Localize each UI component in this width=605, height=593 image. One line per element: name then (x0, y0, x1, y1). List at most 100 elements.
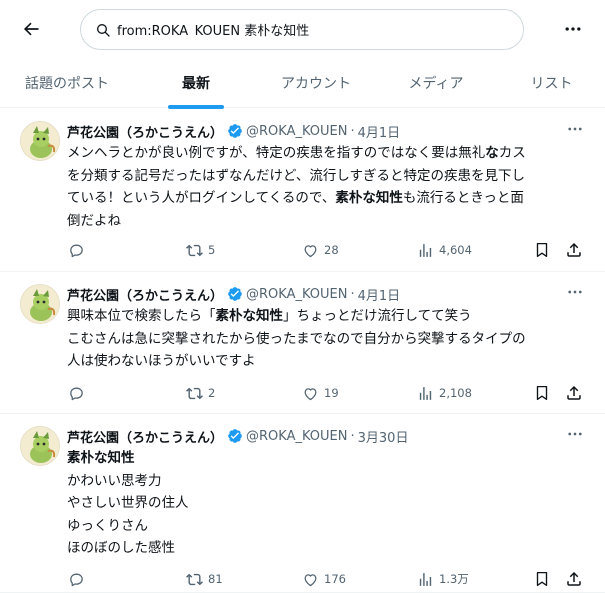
separator-dot: · (350, 286, 355, 302)
share-icon (565, 384, 583, 402)
tab-people[interactable]: アカウント (258, 58, 374, 108)
post-date[interactable]: 3月30日 (358, 427, 409, 446)
post-date[interactable]: 4月1日 (358, 285, 401, 304)
text-segment: ている！という人がログインしてくるので、 (67, 190, 336, 206)
tab-label: リスト (530, 76, 573, 92)
repost-icon (185, 241, 203, 259)
views-icon (416, 384, 434, 402)
back-button[interactable] (14, 12, 48, 46)
highlighted-search-term: な (485, 145, 499, 161)
reply-button[interactable] (67, 569, 90, 589)
post-date[interactable]: 4月1日 (358, 122, 401, 141)
like-icon (301, 570, 319, 588)
share-button[interactable] (565, 569, 588, 589)
verified-badge-icon[interactable] (227, 428, 243, 444)
tab-label: 話題のポスト (25, 76, 109, 92)
like-count: 176 (324, 572, 346, 586)
search-input[interactable] (117, 22, 497, 37)
post-text-line: を分類する記号だったはずなんだけど、流行しすぎると特定の疾患を見下し (67, 165, 587, 188)
post-text: メンヘラとかが良い例ですが、特定の疾患を指すのではなく要は無礼なカス を分類する記… (67, 142, 587, 232)
like-count: 28 (324, 243, 339, 257)
post[interactable]: 芦花公園（ろかこうえん） @ROKA_KOUEN · 4月1日 興味本位で検索したら「素… (0, 272, 605, 414)
views-button[interactable]: 1.3万 (416, 569, 469, 589)
avatar[interactable] (20, 121, 60, 161)
more-options-button[interactable] (556, 12, 590, 46)
views-button[interactable]: 4,604 (416, 240, 472, 260)
handle[interactable]: @ROKA_KOUEN (246, 287, 347, 302)
more-horizontal-icon (565, 27, 581, 31)
display-name[interactable]: 芦花公園（ろかこうえん） (67, 285, 223, 304)
tab-latest[interactable]: 最新 (134, 58, 258, 109)
avatar[interactable] (20, 426, 60, 466)
repost-count: 5 (208, 243, 216, 257)
tab-label: メディア (408, 76, 464, 92)
handle[interactable]: @ROKA_KOUEN (246, 124, 347, 139)
post-more-button[interactable] (560, 426, 590, 446)
repost-button[interactable]: 2 (185, 383, 215, 403)
reply-icon (67, 384, 85, 402)
search-bar[interactable] (80, 9, 524, 50)
post-text-line: 倒だよね (67, 210, 587, 233)
like-icon (301, 241, 319, 259)
post-more-button[interactable] (560, 284, 590, 304)
top-bar (0, 0, 605, 58)
search-tabs: 話題のポスト 最新 アカウント メディア リスト (0, 58, 605, 109)
avatar[interactable] (20, 284, 60, 324)
like-button[interactable]: 19 (301, 383, 339, 403)
verified-badge-icon[interactable] (227, 123, 243, 139)
post[interactable]: 芦花公園（ろかこうえん） @ROKA_KOUEN · 3月30日 素朴な知性 かわいい思考… (0, 414, 605, 593)
more-horizontal-icon (566, 283, 584, 305)
post-header: 芦花公園（ろかこうえん） @ROKA_KOUEN · 3月30日 (67, 426, 408, 446)
like-count: 19 (324, 386, 339, 400)
text-segment: も流行るときっと面 (402, 190, 524, 206)
like-button[interactable]: 176 (301, 569, 346, 589)
reply-icon (67, 570, 85, 588)
more-horizontal-icon (566, 120, 584, 142)
highlighted-search-term: 素朴な知性 (335, 190, 403, 206)
post-more-button[interactable] (560, 121, 590, 141)
tab-label: 最新 (182, 76, 210, 92)
views-icon (416, 570, 434, 588)
views-icon (416, 241, 434, 259)
like-icon (301, 384, 319, 402)
repost-count: 81 (208, 572, 223, 586)
share-button[interactable] (565, 383, 588, 403)
tab-media[interactable]: メディア (374, 58, 498, 108)
bookmark-icon (533, 241, 551, 259)
post-text-line: ている！という人がログインしてくるので、素朴な知性も流行るときっと面 (67, 187, 587, 210)
tab-top[interactable]: 話題のポスト (0, 58, 134, 108)
repost-button[interactable]: 5 (185, 240, 215, 260)
reply-button[interactable] (67, 240, 90, 260)
tab-lists[interactable]: リスト (498, 58, 605, 108)
display-name[interactable]: 芦花公園（ろかこうえん） (67, 122, 223, 141)
share-button[interactable] (565, 240, 588, 260)
post[interactable]: 芦花公園（ろかこうえん） @ROKA_KOUEN · 4月1日 メンヘラとかが良い例です… (0, 109, 605, 272)
post-text-line: 興味本位で検索したら「素朴な知性」ちょっとだけ流行してて笑う (67, 305, 587, 328)
bookmark-button[interactable] (533, 569, 556, 589)
post-text: 素朴な知性 かわいい思考力 やさしい世界の住人 ゆっくりさん ほのぼのした感性 (67, 447, 587, 560)
text-segment: 人は使わないほうがいいですよ (67, 353, 256, 369)
post-text-line: かわいい思考力 (67, 470, 587, 493)
display-name[interactable]: 芦花公園（ろかこうえん） (67, 427, 223, 446)
views-button[interactable]: 2,108 (416, 383, 472, 403)
reply-icon (67, 241, 85, 259)
separator-dot: · (350, 123, 355, 139)
text-segment: 」ちょっとだけ流行してて笑う (283, 308, 472, 324)
repost-button[interactable]: 81 (185, 569, 223, 589)
repost-count: 2 (208, 386, 216, 400)
text-segment: 倒だよね (67, 212, 121, 229)
text-segment: メンヘラとかが良い例ですが、特定の疾患を指すのではなく要は無礼 (67, 145, 486, 161)
verified-badge-icon[interactable] (227, 286, 243, 302)
reply-button[interactable] (67, 383, 90, 403)
handle[interactable]: @ROKA_KOUEN (246, 429, 347, 444)
bookmark-button[interactable] (533, 240, 556, 260)
text-segment: やさしい世界の住人 (67, 495, 189, 511)
text-segment: かわいい思考力 (67, 472, 162, 489)
like-button[interactable]: 28 (301, 240, 339, 260)
post-text: 興味本位で検索したら「素朴な知性」ちょっとだけ流行してて笑うこむさんは急に突撃さ… (67, 305, 587, 373)
text-segment: ほのぼのした感性 (67, 540, 175, 556)
text-segment: こむさんは急に突撃されたから使ったまでなので自分から突撃するタイプの (67, 330, 526, 347)
post-actions: 81 176 1.3万 (67, 569, 592, 589)
post-actions: 5 28 4,604 (67, 240, 592, 260)
bookmark-button[interactable] (533, 383, 556, 403)
